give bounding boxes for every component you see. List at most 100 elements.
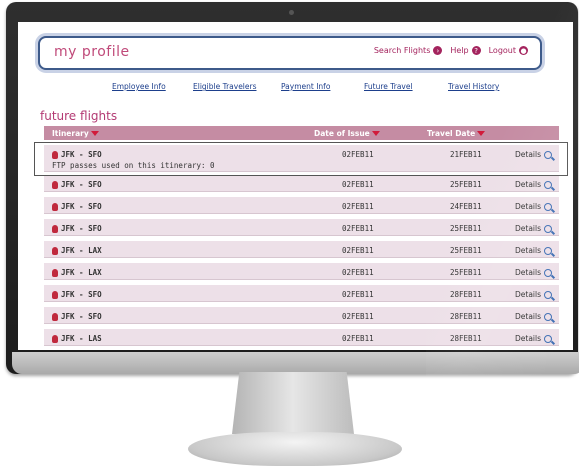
details-link[interactable]: Details <box>515 202 553 211</box>
col-travel-date-label: Travel Date <box>427 129 476 138</box>
col-itinerary-label: Itinerary <box>52 129 89 138</box>
monitor-screen: my profile Search Flights › Help ? Logou… <box>18 22 573 350</box>
flight-marker-icon <box>52 180 58 189</box>
itinerary-cell: JFK - LAX <box>52 246 102 255</box>
monitor-bezel: my profile Search Flights › Help ? Logou… <box>6 2 579 376</box>
flight-marker-icon <box>52 202 58 211</box>
sort-arrow-icon <box>477 131 486 136</box>
table-row[interactable]: JFK - SFO 02FEB11 25FEB11 Details <box>44 175 559 192</box>
issue-date-cell: 02FEB11 <box>342 290 374 299</box>
tab-travel-history[interactable]: Travel History <box>448 82 499 91</box>
page-title: future flights <box>40 109 118 123</box>
col-travel-date[interactable]: Travel Date <box>427 129 486 138</box>
brand-logo: my profile <box>54 44 130 60</box>
travel-date-cell: 25FEB11 <box>450 246 482 255</box>
tab-employee-info[interactable]: Employee Info <box>112 82 166 91</box>
magnifier-icon <box>544 268 553 277</box>
itinerary-cell: JFK - LAS <box>52 334 102 343</box>
table-row[interactable]: JFK - LAX 02FEB11 25FEB11 Details <box>44 241 559 258</box>
table-header: Itinerary Date of Issue Travel Date <box>44 126 559 140</box>
itinerary-text: JFK - SFO <box>61 180 102 189</box>
itinerary-text: JFK - LAS <box>61 334 102 343</box>
details-label: Details <box>515 224 542 233</box>
travel-date-cell: 25FEB11 <box>450 268 482 277</box>
issue-date-cell: 02FEB11 <box>342 334 374 343</box>
flight-marker-icon <box>52 290 58 299</box>
power-circle-icon: ● <box>519 46 528 55</box>
itinerary-text: JFK - SFO <box>61 150 102 159</box>
travel-date-cell: 25FEB11 <box>450 224 482 233</box>
tab-future-travel[interactable]: Future Travel <box>364 82 413 91</box>
travel-date-cell: 28FEB11 <box>450 312 482 321</box>
itinerary-text: JFK - SFO <box>61 202 102 211</box>
table-row[interactable]: JFK - SFO 02FEB11 25FEB11 Details <box>44 219 559 236</box>
col-date-of-issue-label: Date of Issue <box>314 129 370 138</box>
itinerary-text: JFK - SFO <box>61 290 102 299</box>
details-label: Details <box>515 268 542 277</box>
itinerary-text: JFK - SFO <box>61 224 102 233</box>
details-link[interactable]: Details <box>515 150 553 159</box>
issue-date-cell: 02FEB11 <box>342 268 374 277</box>
itinerary-cell: JFK - SFO <box>52 202 102 211</box>
magnifier-icon <box>544 150 553 159</box>
flight-marker-icon <box>52 224 58 233</box>
future-flights-table: Itinerary Date of Issue Travel Date JFK … <box>44 126 559 346</box>
camera-dot <box>289 10 294 15</box>
details-label: Details <box>515 246 542 255</box>
header-nav: Search Flights › Help ? Logout ● <box>374 46 528 55</box>
col-date-of-issue[interactable]: Date of Issue <box>314 129 380 138</box>
table-row[interactable]: JFK - SFO 02FEB11 28FEB11 Details <box>44 285 559 302</box>
flight-marker-icon <box>52 246 58 255</box>
tab-eligible-travelers[interactable]: Eligible Travelers <box>193 82 257 91</box>
itinerary-cell: JFK - LAX <box>52 268 102 277</box>
tab-payment-info[interactable]: Payment Info <box>281 82 330 91</box>
details-link[interactable]: Details <box>515 312 553 321</box>
flight-marker-icon <box>52 334 58 343</box>
magnifier-icon <box>544 180 553 189</box>
details-label: Details <box>515 180 542 189</box>
issue-date-cell: 02FEB11 <box>342 224 374 233</box>
search-flights-link[interactable]: Search Flights › <box>374 46 443 55</box>
table-row[interactable]: JFK - LAS 02FEB11 28FEB11 Details <box>44 329 559 346</box>
issue-date-cell: 02FEB11 <box>342 150 374 159</box>
itinerary-text: JFK - LAX <box>61 246 102 255</box>
issue-date-cell: 02FEB11 <box>342 246 374 255</box>
details-link[interactable]: Details <box>515 180 553 189</box>
arrow-circle-icon: › <box>433 46 443 55</box>
magnifier-icon <box>544 334 553 343</box>
col-itinerary[interactable]: Itinerary <box>52 129 99 138</box>
monitor-stand-neck <box>232 372 354 434</box>
issue-date-cell: 02FEB11 <box>342 202 374 211</box>
search-flights-label: Search Flights <box>373 46 431 55</box>
logout-link[interactable]: Logout ● <box>489 46 528 55</box>
itinerary-cell: JFK - SFO <box>52 224 102 233</box>
help-link[interactable]: Help ? <box>450 46 481 55</box>
table-row[interactable]: JFK - SFO 02FEB11 24FEB11 Details <box>44 197 559 214</box>
itinerary-text: JFK - SFO <box>61 312 102 321</box>
travel-date-cell: 28FEB11 <box>450 334 482 343</box>
issue-date-cell: 02FEB11 <box>342 180 374 189</box>
itinerary-text: JFK - LAX <box>61 268 102 277</box>
details-link[interactable]: Details <box>515 224 553 233</box>
magnifier-icon <box>544 202 553 211</box>
passes-note: FTP passes used on this itinerary: 0 <box>52 161 215 170</box>
details-label: Details <box>515 312 542 321</box>
flight-marker-icon <box>52 150 58 159</box>
details-link[interactable]: Details <box>515 268 553 277</box>
travel-date-cell: 21FEB11 <box>450 150 482 159</box>
sort-arrow-icon <box>90 131 99 136</box>
details-link[interactable]: Details <box>515 246 553 255</box>
details-link[interactable]: Details <box>515 334 553 343</box>
table-row[interactable]: JFK - SFO 02FEB11 28FEB11 Details <box>44 307 559 324</box>
details-label: Details <box>515 290 542 299</box>
help-circle-icon: ? <box>471 46 481 55</box>
table-row[interactable]: JFK - SFO FTP passes used on this itiner… <box>44 145 559 172</box>
details-label: Details <box>515 150 542 159</box>
travel-date-cell: 24FEB11 <box>450 202 482 211</box>
issue-date-cell: 02FEB11 <box>342 312 374 321</box>
magnifier-icon <box>544 224 553 233</box>
details-link[interactable]: Details <box>515 290 553 299</box>
table-row[interactable]: JFK - LAX 02FEB11 25FEB11 Details <box>44 263 559 280</box>
itinerary-cell: JFK - SFO <box>52 290 102 299</box>
magnifier-icon <box>544 246 553 255</box>
